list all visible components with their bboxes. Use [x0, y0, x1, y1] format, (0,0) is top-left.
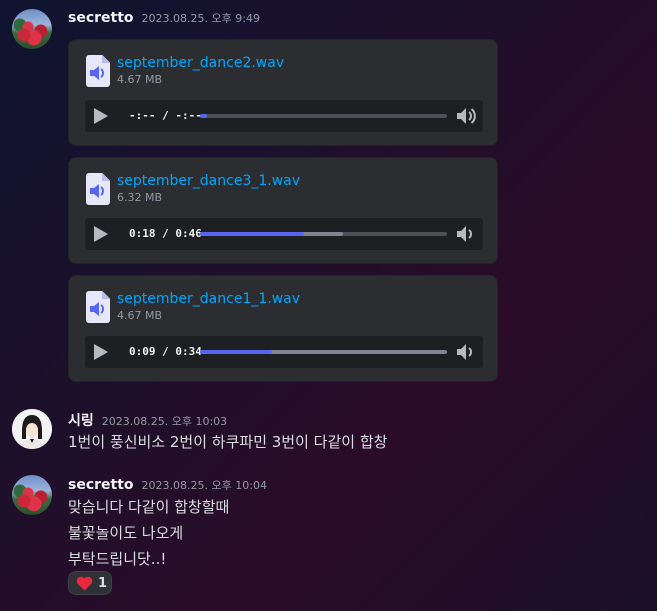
avatar[interactable] [12, 9, 52, 49]
timestamp: 2023.08.25. 오후 10:03 [101, 415, 228, 428]
audio-player: -:-- / -:-- [85, 100, 483, 132]
message-text: 맞습니다 다같이 합창할때 [68, 498, 230, 516]
file-name-link[interactable]: september_dance3_1.wav [117, 173, 300, 189]
play-icon[interactable] [94, 226, 108, 242]
play-icon[interactable] [94, 344, 108, 360]
volume-icon[interactable] [455, 106, 477, 126]
heart-icon [76, 576, 93, 591]
avatar[interactable] [12, 475, 52, 515]
reaction-heart[interactable]: 1 [68, 571, 112, 595]
audio-player: 0:09 / 0:34 [85, 336, 483, 368]
username[interactable]: 시링 [68, 410, 94, 430]
file-name-link[interactable]: september_dance2.wav [117, 55, 284, 71]
file-size: 6.32 MB [117, 191, 163, 204]
audio-attachment: september_dance3_1.wav 6.32 MB 0:18 / 0:… [68, 157, 498, 264]
play-icon[interactable] [94, 108, 108, 124]
message-text: 1번이 풍신비소 2번이 하쿠파민 3번이 다같이 합창 [68, 433, 388, 451]
progress-track[interactable] [200, 350, 447, 354]
progress-track[interactable] [200, 232, 447, 236]
file-size: 4.67 MB [117, 73, 163, 86]
timestamp: 2023.08.25. 오후 9:49 [141, 12, 260, 25]
audio-file-icon [86, 291, 110, 323]
volume-icon[interactable] [455, 342, 477, 362]
time-display: -:-- / -:-- [129, 109, 202, 122]
message-text: 부탁드립니닷..! [68, 550, 167, 568]
file-name-link[interactable]: september_dance1_1.wav [117, 291, 300, 307]
audio-attachment: september_dance1_1.wav 4.67 MB 0:09 / 0:… [68, 275, 498, 382]
username[interactable]: secretto [68, 10, 134, 26]
time-display: 0:18 / 0:46 [129, 227, 202, 240]
reaction-count: 1 [98, 576, 108, 591]
audio-attachment: september_dance2.wav 4.67 MB -:-- / -:-- [68, 39, 498, 146]
volume-icon[interactable] [455, 224, 477, 244]
audio-file-icon [86, 173, 110, 205]
progress-bar [200, 232, 304, 236]
progress-bar [200, 114, 208, 118]
time-display: 0:09 / 0:34 [129, 345, 202, 358]
audio-player: 0:18 / 0:46 [85, 218, 483, 250]
file-size: 4.67 MB [117, 309, 163, 322]
audio-file-icon [86, 55, 110, 87]
progress-track[interactable] [200, 114, 447, 118]
avatar[interactable] [12, 409, 52, 449]
progress-bar [200, 350, 272, 354]
username[interactable]: secretto [68, 477, 134, 493]
message-text: 불꽃놀이도 나오게 [68, 524, 184, 542]
timestamp: 2023.08.25. 오후 10:04 [141, 479, 267, 492]
